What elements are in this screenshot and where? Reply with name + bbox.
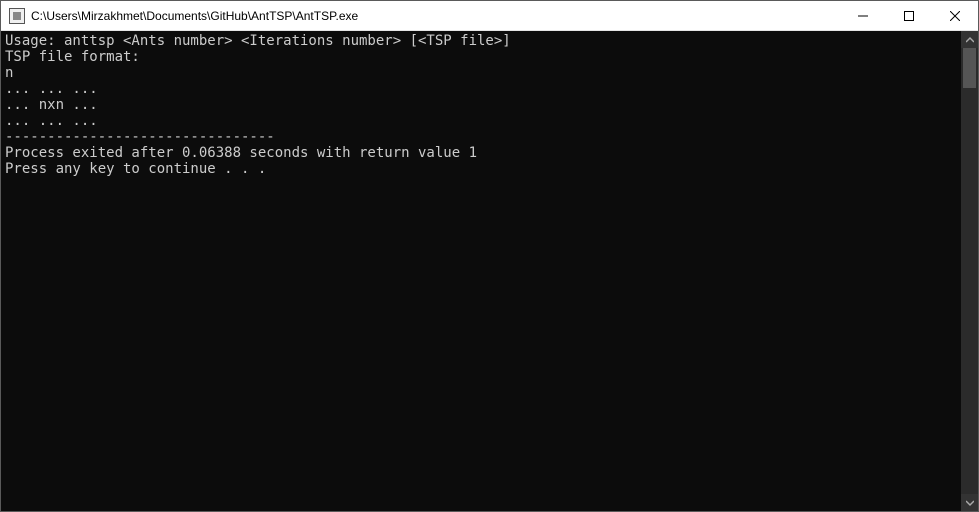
minimize-button[interactable] [840, 1, 886, 30]
window-controls [840, 1, 978, 30]
close-button[interactable] [932, 1, 978, 30]
chevron-down-icon [966, 499, 974, 507]
scroll-up-button[interactable] [961, 31, 978, 48]
vertical-scrollbar[interactable] [961, 31, 978, 511]
console-output: Usage: anttsp <Ants number> <Iterations … [1, 31, 961, 511]
scroll-down-button[interactable] [961, 494, 978, 511]
titlebar: C:\Users\Mirzakhmet\Documents\GitHub\Ant… [1, 1, 978, 31]
maximize-button[interactable] [886, 1, 932, 30]
window-title: C:\Users\Mirzakhmet\Documents\GitHub\Ant… [31, 9, 358, 23]
close-icon [950, 11, 960, 21]
maximize-icon [904, 11, 914, 21]
app-icon [9, 8, 25, 24]
minimize-icon [858, 11, 868, 21]
console-area[interactable]: Usage: anttsp <Ants number> <Iterations … [1, 31, 978, 511]
scroll-thumb[interactable] [963, 48, 976, 88]
chevron-up-icon [966, 36, 974, 44]
